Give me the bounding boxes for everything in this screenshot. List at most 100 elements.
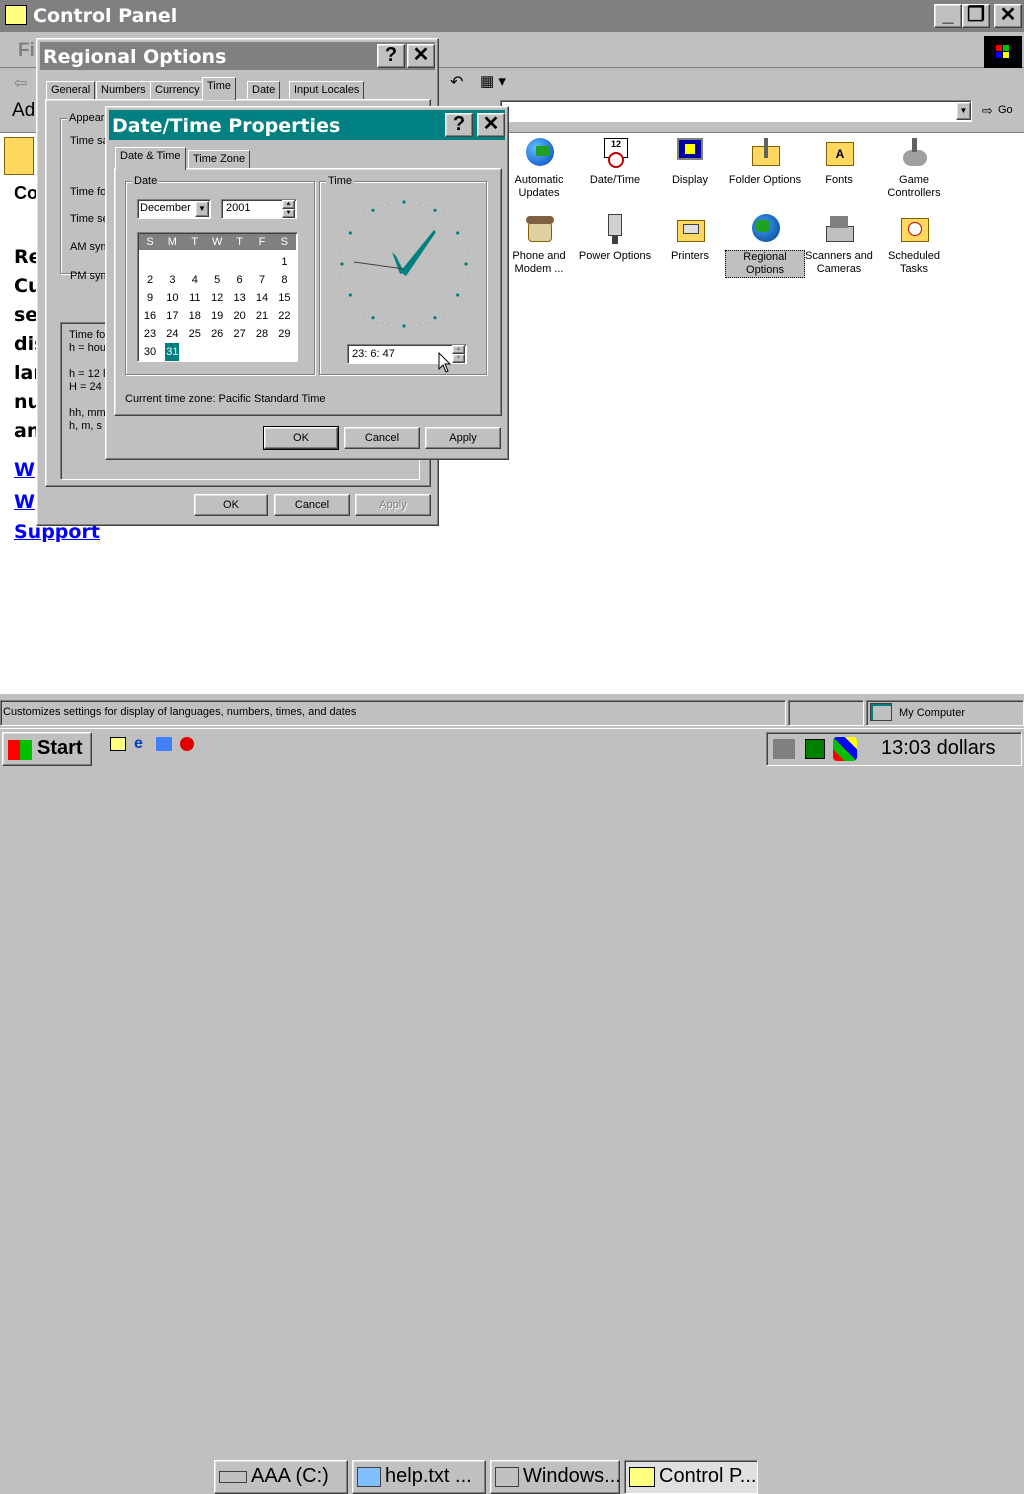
- tab-date[interactable]: Date: [247, 81, 281, 100]
- address-field[interactable]: [500, 100, 972, 122]
- outlook-icon[interactable]: [156, 737, 172, 751]
- spin-up-icon[interactable]: ▲: [282, 200, 295, 209]
- calendar-day[interactable]: 31: [165, 343, 180, 361]
- start-button[interactable]: Start: [2, 732, 92, 766]
- calendar-day[interactable]: 6: [229, 271, 251, 289]
- calendar-day[interactable]: 23: [139, 325, 161, 343]
- spin-up-icon[interactable]: ▲: [452, 345, 465, 354]
- icon-display[interactable]: Display: [650, 136, 730, 187]
- calendar-day[interactable]: 27: [229, 325, 251, 343]
- status-text: Customizes settings for display of langu…: [0, 700, 786, 726]
- help-button[interactable]: ?: [377, 44, 405, 68]
- icon-game-controllers[interactable]: Game Controllers: [874, 136, 954, 200]
- spin-down-icon[interactable]: ▼: [282, 209, 295, 218]
- tab-input-locales[interactable]: Input Locales: [289, 81, 365, 100]
- calendar-day[interactable]: 17: [161, 307, 183, 325]
- undo-icon[interactable]: ↶: [450, 72, 463, 92]
- tray-app-icon[interactable]: [805, 739, 825, 759]
- calendar-day[interactable]: 16: [139, 307, 161, 325]
- menu-file[interactable]: Fi: [18, 40, 35, 62]
- help-button[interactable]: ?: [445, 113, 473, 137]
- link-windows-2000[interactable]: W: [14, 491, 35, 513]
- task-help-txt[interactable]: help.txt ...: [352, 1460, 486, 1494]
- calendar-day[interactable]: 28: [251, 325, 273, 343]
- close-button[interactable]: ✕: [407, 44, 435, 68]
- minimize-button[interactable]: _: [934, 4, 962, 28]
- calendar-day[interactable]: 24: [161, 325, 183, 343]
- icon-date-time[interactable]: 12 Date/Time: [575, 136, 655, 187]
- calendar-day[interactable]: 14: [251, 289, 273, 307]
- tab-time[interactable]: Time: [202, 77, 237, 100]
- spin-down-icon[interactable]: ▼: [452, 354, 465, 363]
- calendar-day[interactable]: 19: [206, 307, 228, 325]
- calendar-day[interactable]: 26: [206, 325, 228, 343]
- cancel-button[interactable]: Cancel: [274, 494, 350, 516]
- clock[interactable]: 13:03 dollars: [881, 737, 996, 760]
- control-panel-titlebar[interactable]: Control Panel _ ❐ ✕: [0, 0, 1024, 32]
- ok-button[interactable]: OK: [263, 426, 339, 450]
- clock-tick: [361, 309, 364, 312]
- icon-scanners-cameras[interactable]: Scanners and Cameras: [799, 212, 879, 276]
- calendar-day[interactable]: 10: [161, 289, 183, 307]
- close-button[interactable]: ✕: [994, 4, 1022, 28]
- calendar-day[interactable]: 11: [184, 289, 206, 307]
- calendar-day[interactable]: 30: [139, 343, 161, 361]
- icon-power-options[interactable]: Power Options: [575, 212, 655, 263]
- calendar-day[interactable]: 9: [139, 289, 161, 307]
- calendar-day[interactable]: 8: [273, 271, 295, 289]
- close-button[interactable]: ✕: [477, 113, 505, 137]
- tray-windows-icon[interactable]: [833, 737, 857, 761]
- year-spinner[interactable]: 2001 ▲ ▼: [221, 199, 297, 219]
- icon-printers[interactable]: Printers: [650, 212, 730, 263]
- calendar-day[interactable]: 18: [184, 307, 206, 325]
- link-windows-update[interactable]: W: [14, 459, 35, 481]
- calendar-day[interactable]: 7: [251, 271, 273, 289]
- icon-folder-options[interactable]: Folder Options: [725, 136, 805, 187]
- calendar-day[interactable]: 3: [161, 271, 183, 289]
- back-icon[interactable]: ⇦: [14, 73, 27, 93]
- apply-button[interactable]: Apply: [355, 494, 431, 516]
- icon-phone-modem[interactable]: Phone and Modem ...: [499, 212, 579, 276]
- datetime-titlebar[interactable]: Date/Time Properties ? ✕: [109, 110, 505, 140]
- calendar-day[interactable]: 21: [251, 307, 273, 325]
- task-aaa-drive[interactable]: AAA (C:): [214, 1460, 348, 1494]
- calendar-day[interactable]: 4: [184, 271, 206, 289]
- restore-button[interactable]: ❐: [962, 4, 990, 28]
- calendar-day[interactable]: 15: [273, 289, 295, 307]
- calendar-day[interactable]: 29: [273, 325, 295, 343]
- address-dropdown-icon[interactable]: ▼: [956, 102, 971, 120]
- ie-icon[interactable]: e: [134, 735, 143, 753]
- views-icon[interactable]: ▦ ▾: [480, 72, 506, 90]
- regional-titlebar[interactable]: Regional Options ? ✕: [40, 42, 435, 70]
- task-windows[interactable]: Windows...: [490, 1460, 620, 1494]
- icon-automatic-updates[interactable]: Automatic Updates: [499, 136, 579, 200]
- calendar-day[interactable]: 1: [273, 253, 295, 271]
- desktop-icon[interactable]: [110, 737, 126, 751]
- month-select[interactable]: December ▼: [137, 199, 211, 219]
- chevron-down-icon[interactable]: ▼: [195, 201, 209, 217]
- network-icon[interactable]: [773, 739, 795, 759]
- apply-button[interactable]: Apply: [425, 427, 501, 449]
- tab-time-zone[interactable]: Time Zone: [188, 150, 251, 169]
- go-arrow-icon[interactable]: ⇨: [982, 103, 993, 119]
- tab-date-time[interactable]: Date & Time: [115, 147, 186, 170]
- tab-numbers[interactable]: Numbers: [96, 81, 151, 100]
- calendar-day[interactable]: 12: [206, 289, 228, 307]
- calendar-day[interactable]: 20: [229, 307, 251, 325]
- icon-fonts[interactable]: A Fonts: [799, 136, 879, 187]
- go-button[interactable]: Go: [998, 104, 1013, 116]
- calendar-day[interactable]: 22: [273, 307, 295, 325]
- ok-button[interactable]: OK: [194, 494, 268, 516]
- calendar-day[interactable]: 25: [184, 325, 206, 343]
- tab-general[interactable]: General: [46, 81, 96, 100]
- calendar-day[interactable]: 13: [229, 289, 251, 307]
- icon-scheduled-tasks[interactable]: Scheduled Tasks: [874, 212, 954, 276]
- calendar-day[interactable]: 5: [206, 271, 228, 289]
- calendar-day[interactable]: 2: [139, 271, 161, 289]
- icon-regional-options[interactable]: Regional Options: [725, 212, 805, 278]
- task-control-panel[interactable]: Control P...: [624, 1460, 758, 1494]
- calendar-grid[interactable]: SMTWTFS 1 2 3 4 5 6 7 8 9 10 11 12 13 14 15 16 17 18 19 20 2…: [137, 232, 298, 362]
- tab-currency[interactable]: Currency: [150, 81, 205, 100]
- cancel-button[interactable]: Cancel: [344, 427, 420, 449]
- media-icon[interactable]: [180, 737, 194, 751]
